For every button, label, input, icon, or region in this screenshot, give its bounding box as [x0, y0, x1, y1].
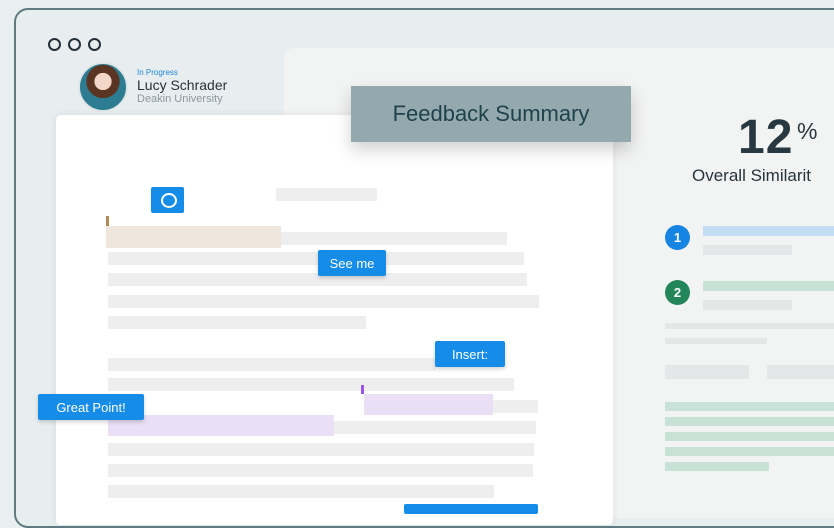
insert-comment[interactable]: Insert:	[435, 341, 505, 367]
avatar	[78, 62, 128, 112]
comment-marker[interactable]	[106, 216, 109, 226]
text-line	[493, 400, 538, 413]
match-source-bar[interactable]	[703, 281, 834, 291]
window-dot[interactable]	[88, 38, 101, 51]
see-me-comment[interactable]: See me	[318, 250, 386, 276]
matched-text-line	[665, 447, 834, 456]
summary-line	[665, 338, 767, 344]
match-number-2[interactable]: 2	[665, 280, 690, 305]
window-dot[interactable]	[48, 38, 61, 51]
text-line	[108, 485, 494, 498]
similarity-percentage: 12	[738, 111, 794, 164]
comment-bubble-icon[interactable]	[151, 187, 184, 213]
overall-similarity-label: Overall Similarit	[692, 166, 812, 185]
app-window: In Progress Lucy Schrader Deakin Univers…	[14, 8, 834, 528]
summary-line	[665, 323, 834, 329]
window-dot[interactable]	[68, 38, 81, 51]
text-line	[108, 443, 534, 456]
text-line	[108, 295, 539, 308]
match-detail-bar	[703, 245, 792, 255]
document-paper	[56, 115, 613, 525]
feedback-summary-title: Feedback Summary	[351, 86, 631, 142]
document-title-line	[276, 188, 377, 201]
highlighted-text[interactable]	[364, 394, 493, 415]
window-controls	[48, 38, 101, 51]
text-line	[108, 316, 366, 329]
match-source-bar[interactable]	[703, 226, 834, 236]
comment-chip[interactable]	[404, 504, 538, 514]
student-card: In Progress Lucy Schrader Deakin Univers…	[78, 62, 227, 112]
match-number-1[interactable]: 1	[665, 225, 690, 250]
text-line	[108, 358, 436, 371]
student-name: Lucy Schrader	[137, 77, 228, 93]
text-line	[334, 421, 536, 434]
text-line	[108, 252, 524, 265]
student-university: Deakin University	[137, 93, 223, 105]
matched-text-line	[665, 432, 834, 441]
percent-symbol: %	[797, 118, 818, 144]
text-line	[108, 378, 514, 391]
status-label: In Progress	[137, 68, 178, 77]
comment-marker[interactable]	[361, 385, 364, 394]
great-point-comment[interactable]: Great Point!	[38, 394, 144, 420]
text-line	[281, 232, 507, 245]
summary-line	[767, 365, 834, 379]
matched-text-line	[665, 417, 834, 426]
student-info: In Progress Lucy Schrader Deakin Univers…	[137, 68, 227, 106]
highlighted-text[interactable]	[106, 226, 281, 248]
summary-line	[665, 365, 749, 379]
matched-text-line	[665, 462, 769, 471]
match-detail-bar	[703, 300, 792, 310]
matched-text-line	[665, 402, 834, 411]
text-line	[108, 464, 533, 477]
